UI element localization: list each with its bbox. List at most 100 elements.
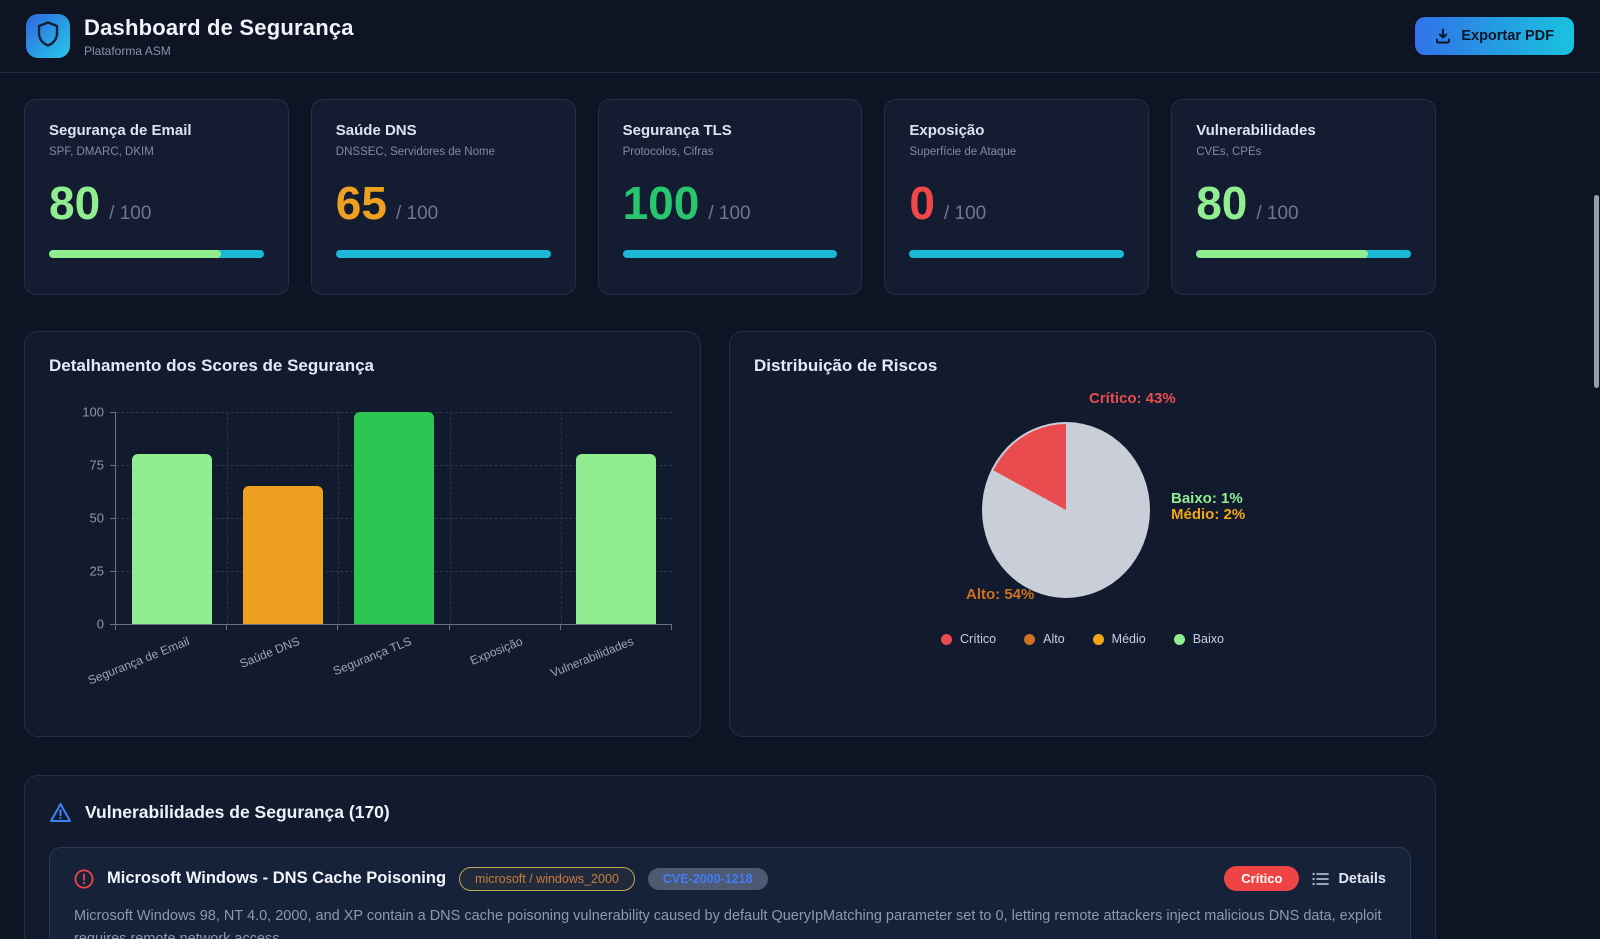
- score-value: 0: [909, 180, 935, 226]
- legend-dot: [1024, 634, 1035, 645]
- bar-Segurança TLS: [354, 412, 434, 624]
- vendor-badge: microsoft / windows_2000: [459, 867, 635, 891]
- y-tick: [110, 518, 116, 519]
- gridline-x: [338, 412, 339, 624]
- pie-chart-card: Distribuição de Riscos Crítico: 43% Baix…: [729, 331, 1436, 737]
- bar-chart: 0255075100Segurança de EmailSaúde DNSSeg…: [115, 412, 672, 625]
- app-logo: [26, 14, 70, 58]
- score-card-title: Saúde DNS: [336, 122, 551, 139]
- download-icon: [1435, 28, 1451, 44]
- page-title: Dashboard de Segurança: [84, 15, 354, 41]
- y-tick-label: 100: [82, 405, 104, 420]
- y-tick-label: 75: [90, 458, 104, 473]
- pie-label-medio: Médio: 2%: [1171, 506, 1245, 523]
- cve-badge: CVE-2000-1218: [648, 868, 768, 890]
- charts-row: Detalhamento dos Scores de Segurança 025…: [24, 331, 1436, 737]
- export-pdf-label: Exportar PDF: [1461, 28, 1554, 44]
- score-progress-track: [336, 250, 551, 258]
- alert-circle-icon: [74, 869, 94, 889]
- score-card-title: Exposição: [909, 122, 1124, 139]
- vulnerability-description: Microsoft Windows 98, NT 4.0, 2000, and …: [74, 905, 1386, 939]
- x-tick: [337, 624, 338, 630]
- details-button[interactable]: Details: [1312, 871, 1386, 887]
- x-tick: [560, 624, 561, 630]
- bar-chart-title: Detalhamento dos Scores de Segurança: [49, 356, 676, 376]
- bar-Segurança de Email: [132, 454, 212, 624]
- gridline-x: [561, 412, 562, 624]
- x-tick: [226, 624, 227, 630]
- score-max: / 100: [109, 203, 151, 225]
- x-tick: [671, 624, 672, 630]
- bar-chart-card: Detalhamento dos Scores de Segurança 025…: [24, 331, 701, 737]
- vulnerabilities-section: Vulnerabilidades de Segurança (170) Micr…: [24, 775, 1436, 939]
- pie-chart: Crítico: 43% Baixo: 1% Médio: 2% Alto: 5…: [754, 384, 1411, 694]
- warning-triangle-icon: [49, 802, 72, 823]
- legend-label: Crítico: [960, 632, 996, 646]
- score-max: / 100: [944, 203, 986, 225]
- x-tick: [115, 624, 116, 630]
- score-progress-fill: [1196, 250, 1368, 258]
- score-progress-track: [49, 250, 264, 258]
- page-subtitle: Plataforma ASM: [84, 44, 354, 58]
- bar-chart-plot: 0255075100Segurança de EmailSaúde DNSSeg…: [115, 412, 672, 625]
- score-card-subtitle: DNSSEC, Servidores de Nome: [336, 146, 551, 158]
- legend-dot: [1093, 634, 1104, 645]
- y-tick-label: 50: [90, 511, 104, 526]
- vulnerability-title: Microsoft Windows - DNS Cache Poisoning: [107, 869, 446, 888]
- legend-dot: [1174, 634, 1185, 645]
- vertical-scrollbar[interactable]: [1594, 195, 1599, 388]
- score-max: / 100: [396, 203, 438, 225]
- score-value: 80: [1196, 180, 1247, 226]
- x-tick: [449, 624, 450, 630]
- export-pdf-button[interactable]: Exportar PDF: [1415, 17, 1574, 55]
- x-category-label: Segurança de Email: [85, 634, 190, 687]
- list-icon: [1312, 872, 1329, 886]
- score-cards-row: Segurança de Email SPF, DMARC, DKIM 80 / 10…: [24, 99, 1436, 295]
- score-card-subtitle: Protocolos, Cifras: [623, 146, 838, 158]
- x-category-label: Segurança TLS: [331, 634, 413, 678]
- pie-legend: Crítico Alto Médio Baixo: [754, 632, 1411, 646]
- score-max: / 100: [708, 203, 750, 225]
- legend-item-Crítico[interactable]: Crítico: [941, 632, 996, 646]
- legend-dot: [941, 634, 952, 645]
- x-category-label: Saúde DNS: [238, 634, 302, 671]
- score-card-title: Vulnerabilidades: [1196, 122, 1411, 139]
- score-progress-track: [623, 250, 838, 258]
- legend-item-Alto[interactable]: Alto: [1024, 632, 1065, 646]
- score-card-title: Segurança de Email: [49, 122, 264, 139]
- y-tick: [110, 465, 116, 466]
- pie-label-alto: Alto: 54%: [966, 586, 1034, 603]
- score-progress-fill: [49, 250, 221, 258]
- score-value: 65: [336, 180, 387, 226]
- score-card-2: Saúde DNS DNSSEC, Servidores de Nome 65 / 1…: [311, 99, 576, 295]
- score-card-3: Segurança TLSProtocolos, Cifras100/ 100: [598, 99, 863, 295]
- y-tick: [110, 412, 116, 413]
- vulnerability-card: Microsoft Windows - DNS Cache Poisoning …: [49, 847, 1411, 939]
- gridline-x: [450, 412, 451, 624]
- legend-item-Baixo[interactable]: Baixo: [1174, 632, 1224, 646]
- vulnerabilities-section-title: Vulnerabilidades de Segurança (170): [85, 802, 390, 823]
- legend-label: Alto: [1043, 632, 1065, 646]
- score-card-title: Segurança TLS: [623, 122, 838, 139]
- score-card-subtitle: CVEs, CPEs: [1196, 146, 1411, 158]
- gridline-x: [227, 412, 228, 624]
- severity-badge: Crítico: [1224, 866, 1299, 891]
- score-card-subtitle: SPF, DMARC, DKIM: [49, 146, 264, 158]
- x-category-label: Exposição: [468, 634, 525, 668]
- y-tick: [110, 571, 116, 572]
- legend-label: Baixo: [1193, 632, 1224, 646]
- pie-label-baixo: Baixo: 1%: [1171, 490, 1243, 507]
- x-category-label: Vulnerabilidades: [549, 634, 636, 680]
- pie-label-critico: Crítico: 43%: [1089, 390, 1176, 407]
- bar-Saúde DNS: [243, 486, 323, 624]
- details-label: Details: [1338, 871, 1386, 887]
- score-progress-track: [909, 250, 1124, 258]
- app-header: Dashboard de Segurança Plataforma ASM Ex…: [0, 0, 1600, 73]
- score-card-4: ExposiçãoSuperfície de Ataque0/ 100: [884, 99, 1149, 295]
- legend-item-Médio[interactable]: Médio: [1093, 632, 1146, 646]
- bar-Vulnerabilidades: [576, 454, 656, 624]
- pie-graphic: [982, 422, 1150, 598]
- y-tick-label: 25: [90, 564, 104, 579]
- score-max: / 100: [1256, 203, 1298, 225]
- pie-chart-title: Distribuição de Riscos: [754, 356, 1411, 376]
